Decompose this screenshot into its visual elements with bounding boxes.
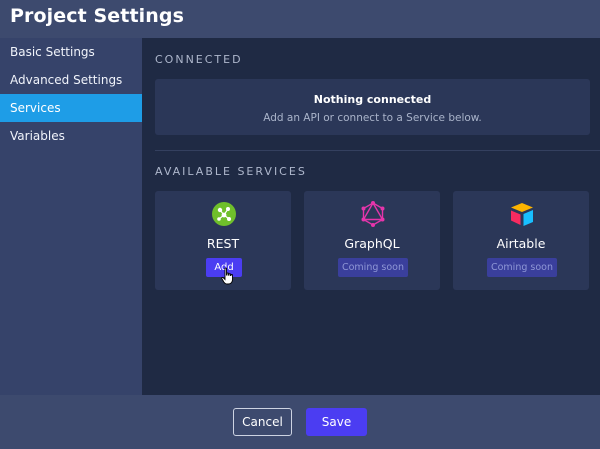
- airtable-icon: [511, 203, 533, 226]
- save-button[interactable]: Save: [306, 408, 367, 436]
- section-divider: [155, 150, 600, 151]
- empty-state-subtitle: Add an API or connect to a Service below…: [263, 112, 482, 124]
- service-card-airtable: Airtable Coming soon: [453, 191, 589, 290]
- coming-soon-badge: Coming soon: [487, 258, 557, 277]
- sidebar-item-basic-settings[interactable]: Basic Settings: [0, 38, 142, 66]
- sidebar-item-advanced-settings[interactable]: Advanced Settings: [0, 66, 142, 94]
- service-name: REST: [206, 236, 240, 251]
- connected-section-label: CONNECTED: [155, 53, 243, 66]
- dialog-footer: Cancel Save: [0, 395, 600, 449]
- connected-empty-state: Nothing connected Add an API or connect …: [155, 79, 590, 135]
- sidebar-item-services[interactable]: Services: [0, 94, 142, 122]
- service-name: GraphQL: [344, 236, 400, 251]
- rest-icon: [212, 202, 236, 226]
- coming-soon-badge: Coming soon: [338, 258, 408, 277]
- app-header: Project Settings: [0, 0, 600, 38]
- service-name: Airtable: [496, 236, 546, 251]
- hand-pointer-icon: [221, 267, 233, 285]
- graphql-icon: [361, 201, 385, 227]
- page-title: Project Settings: [10, 5, 184, 27]
- sidebar: Basic Settings Advanced Settings Service…: [0, 38, 142, 395]
- cancel-button[interactable]: Cancel: [233, 408, 292, 436]
- empty-state-title: Nothing connected: [313, 93, 432, 106]
- main-content: CONNECTED Nothing connected Add an API o…: [142, 38, 600, 395]
- service-card-graphql: GraphQL Coming soon: [304, 191, 440, 290]
- available-services-label: AVAILABLE SERVICES: [155, 165, 307, 178]
- sidebar-item-variables[interactable]: Variables: [0, 122, 142, 150]
